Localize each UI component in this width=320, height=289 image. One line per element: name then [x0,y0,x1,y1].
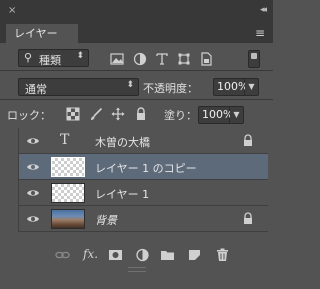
fill-dropdown-arrow[interactable]: ▼ [230,106,244,124]
lock-image-pixels-icon[interactable] [89,107,103,121]
folder-icon[interactable] [160,248,175,262]
fx-icon[interactable]: fx. [83,247,98,261]
visibility-eye-icon[interactable] [26,188,40,198]
layer-thumbnail[interactable] [51,209,85,229]
opacity-label: 不透明度： [143,82,198,95]
visibility-eye-icon[interactable] [26,136,40,146]
layer-name[interactable]: 背景 [95,212,117,228]
fill-label: 塗り： [164,109,197,122]
new-layer-icon[interactable] [187,248,202,262]
fill-input[interactable]: 100% [198,106,233,124]
blend-mode-value: 通常 [25,83,47,96]
shape-filter-icon[interactable] [177,52,191,66]
layer-name[interactable]: レイヤー 1 のコピー [95,160,197,176]
layers-panel: × ◂◂ レイヤー ≡ ⚲ 種類 ⬍ 通常 ⬍ 不透明度： 100% ▼ ロック… [0,0,273,289]
divider [0,70,273,71]
layer-thumbnail[interactable] [51,157,85,177]
mask-icon[interactable] [108,248,123,262]
filter-toggle[interactable] [248,50,260,68]
filter-kind-select[interactable]: ⚲ 種類 ⬍ [18,49,89,67]
layer-lock-icon [244,212,252,224]
panel-menu-icon[interactable]: ≡ [255,26,265,40]
layer-thumbnail[interactable] [51,183,85,203]
visibility-eye-icon[interactable] [26,214,40,224]
lock-all-icon[interactable] [134,107,148,121]
adjustment-icon[interactable] [135,248,150,262]
smart-object-filter-icon[interactable] [199,52,213,66]
layer-row[interactable]: T 木曽の大橋 [18,128,268,154]
type-filter-icon[interactable] [155,52,169,66]
updown-arrow-icon: ⬍ [76,51,84,61]
panel-bottom-bar: fx. [0,245,273,265]
resize-grip[interactable] [128,267,146,272]
link-icon[interactable] [55,248,70,262]
divider [0,99,273,100]
layer-lock-icon [244,134,252,146]
filter-kind-label: 種類 [39,54,61,67]
panel-titlebar: × ◂◂ [0,0,273,24]
search-icon: ⚲ [24,51,33,64]
layer-list: T 木曽の大橋 レイヤー 1 のコピー レイヤー 1 背景 [18,128,268,232]
lock-transparent-pixels-icon[interactable] [66,107,80,121]
opacity-input[interactable]: 100% [213,78,248,96]
layer-name[interactable]: 木曽の大橋 [95,134,150,150]
lock-label: ロック： [7,109,51,122]
lock-position-icon[interactable] [111,107,125,121]
adjustment-filter-icon[interactable] [133,52,147,66]
tab-layers[interactable]: レイヤー [6,24,78,43]
opacity-dropdown-arrow[interactable]: ▼ [245,78,259,96]
tab-row: レイヤー ≡ [0,24,273,43]
visibility-eye-icon[interactable] [26,162,40,172]
updown-arrow-icon: ⬍ [126,80,134,90]
collapse-icon[interactable]: ◂◂ [260,5,267,15]
close-icon[interactable]: × [8,5,16,16]
blend-mode-select[interactable]: 通常 ⬍ [18,78,139,96]
layer-row[interactable]: レイヤー 1 [18,180,268,206]
layer-row[interactable]: レイヤー 1 のコピー [18,154,268,180]
layer-name[interactable]: レイヤー 1 [95,186,149,202]
type-layer-icon: T [60,132,70,148]
divider [18,128,19,232]
layer-row[interactable]: 背景 [18,206,268,232]
trash-icon[interactable] [215,248,230,262]
pixel-filter-icon[interactable] [110,52,124,66]
filter-row: ⚲ 種類 ⬍ [0,44,273,70]
